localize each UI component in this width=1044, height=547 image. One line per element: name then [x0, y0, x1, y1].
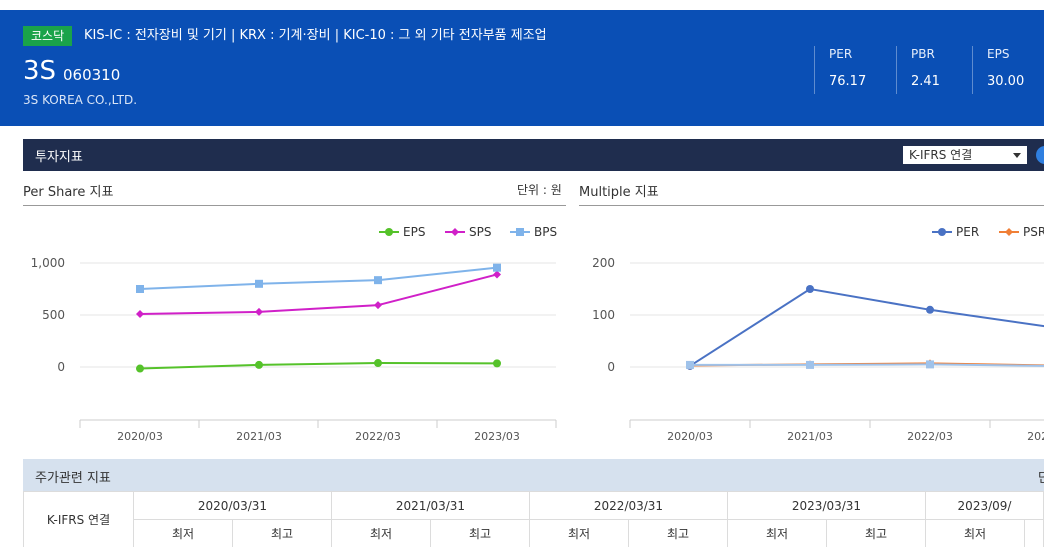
metric-eps: EPS 30.00 — [972, 46, 1024, 94]
period-header: 2021/03/31 — [331, 491, 530, 520]
period-header: 2023/03/31 — [727, 491, 926, 520]
data-point — [493, 263, 501, 272]
multiple-title: Multiple 지표 — [579, 185, 659, 200]
x-tick-label: 2020/03 — [117, 430, 163, 443]
x-tick-label: 2023/03 — [1027, 430, 1044, 443]
series-line — [690, 363, 1044, 367]
data-point — [926, 305, 934, 314]
legend-marker — [385, 228, 393, 236]
legend-marker — [938, 228, 946, 236]
metric-value: 2.41 — [911, 74, 940, 89]
sub-header-high: 최고 — [826, 519, 926, 547]
y-tick-label: 500 — [42, 308, 65, 322]
company-english-name: 3S KOREA CO.,LTD. — [23, 93, 138, 107]
per-share-chart: 1,000 500 0 2020/03 2021/03 2022/03 2023/03 EPS… — [31, 225, 557, 443]
table-title: 주가관련 지표 — [35, 471, 111, 486]
series-line — [689, 287, 1044, 367]
per-share-title: Per Share 지표 — [23, 185, 114, 200]
table-row: K-IFRS 연결 2020/03/31 2021/03/31 2022/03/… — [23, 491, 1044, 547]
panel-divider — [579, 205, 1044, 206]
data-point — [374, 301, 382, 310]
unit-label: 단위 : 원 — [517, 183, 562, 197]
x-tick-label: 2022/03 — [907, 430, 953, 443]
period-header: 2020/03/31 — [133, 491, 332, 520]
stock-code: 060310 — [63, 66, 121, 84]
sub-header-low: 최저 — [529, 519, 629, 547]
market-badge: 코스닥 — [23, 26, 73, 46]
stock-header: 코스닥 KIS-IC : 전자장비 및 기기 | KRX : 기계·장비 | K… — [0, 10, 1044, 126]
industry-classification: KIS-IC : 전자장비 및 기기 | KRX : 기계·장비 | KIC-1… — [84, 28, 547, 43]
chevron-down-icon — [1013, 153, 1021, 158]
metric-value: 30.00 — [987, 74, 1025, 89]
legend-label: BPS — [534, 225, 557, 239]
legend-label: PSR — [1023, 225, 1044, 239]
x-tick-label: 2021/03 — [236, 430, 282, 443]
accounting-standard-select[interactable]: K-IFRS 연결 — [903, 146, 1027, 164]
series-line — [139, 362, 498, 370]
metric-per: PER 76.17 — [814, 46, 866, 94]
period-header: 2022/03/31 — [529, 491, 728, 520]
sub-header-low: 최저 — [331, 519, 431, 547]
series-line — [139, 266, 498, 290]
legend-marker — [1005, 228, 1013, 236]
metric-label: EPS — [987, 47, 1010, 61]
sub-header-high: 최고 — [430, 519, 530, 547]
x-tick-label: 2021/03 — [787, 430, 833, 443]
data-point — [926, 360, 934, 369]
sub-header-high — [1024, 519, 1044, 547]
x-tick-label: 2023/03 — [474, 430, 520, 443]
legend-marker — [516, 228, 524, 236]
price-indicators-table: K-IFRS 연결 2020/03/31 2021/03/31 2022/03/… — [23, 491, 1044, 547]
sub-header-high: 최고 — [232, 519, 332, 547]
data-point — [255, 279, 263, 288]
sub-header-high: 최고 — [628, 519, 728, 547]
metric-value: 76.17 — [829, 74, 867, 89]
data-point — [686, 360, 694, 369]
sub-header-low: 최저 — [727, 519, 827, 547]
data-point — [136, 285, 144, 293]
data-point — [806, 360, 814, 369]
company-name: 3S — [23, 56, 57, 86]
legend-label: SPS — [469, 225, 491, 239]
y-tick-label: 100 — [592, 308, 615, 322]
metric-label: PER — [829, 47, 853, 61]
y-tick-label: 0 — [57, 360, 65, 374]
y-tick-label: 0 — [607, 360, 615, 374]
section-title: 투자지표 — [35, 150, 83, 165]
series-line — [139, 273, 498, 315]
sub-header-low: 최저 — [925, 519, 1025, 547]
y-tick-label: 200 — [592, 256, 615, 270]
select-value: K-IFRS 연결 — [909, 148, 973, 162]
data-point — [374, 276, 382, 285]
toggle-button[interactable] — [1036, 146, 1044, 164]
panel-divider — [23, 205, 566, 206]
x-tick-label: 2022/03 — [355, 430, 401, 443]
row-header: K-IFRS 연결 — [23, 491, 134, 547]
metric-pbr: PBR 2.41 — [896, 46, 940, 94]
investment-indicators-bar: 투자지표 K-IFRS 연결 — [23, 139, 1044, 171]
sub-header-low: 최저 — [133, 519, 233, 547]
y-tick-label: 1,000 — [31, 256, 65, 270]
multiple-chart: 200 100 0 2020/03 2021/03 2022/03 2023/03 PER PS… — [592, 225, 1044, 443]
metric-label: PBR — [911, 47, 935, 61]
table-row: 최저 최고 최저 최고 최저 최고 최저 최고 최저 — [24, 519, 1044, 547]
legend-label: PER — [956, 225, 979, 239]
data-point — [255, 360, 263, 369]
data-point — [136, 309, 144, 318]
legend-label: EPS — [403, 225, 425, 239]
price-indicators-bar: 주가관련 지표 단 — [23, 459, 1044, 491]
period-header: 2023/09/ — [925, 491, 1044, 520]
data-point — [136, 364, 144, 373]
x-tick-label: 2020/03 — [667, 430, 713, 443]
data-point — [493, 359, 501, 368]
data-point — [374, 359, 382, 368]
legend-marker — [451, 228, 459, 236]
data-point — [806, 285, 814, 293]
unit-label: 단 — [1038, 471, 1044, 486]
